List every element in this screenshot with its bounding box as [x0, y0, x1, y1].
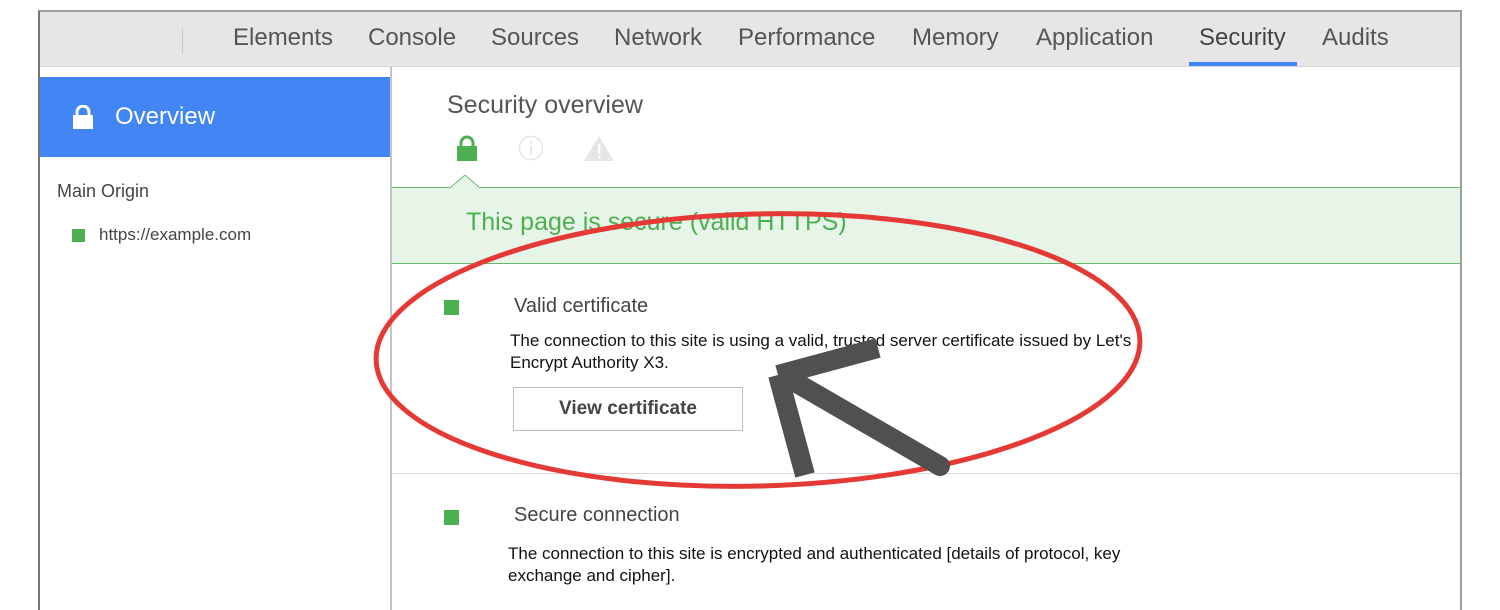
security-sidebar: Overview Main Origin https://example.com: [40, 67, 392, 610]
info-icon: [518, 135, 544, 166]
sidebar-item-overview[interactable]: Overview: [40, 77, 390, 157]
tab-elements[interactable]: Elements: [233, 24, 333, 52]
lock-icon: [456, 135, 478, 166]
tab-console[interactable]: Console: [368, 24, 456, 52]
section-title: Secure connection: [514, 504, 680, 526]
secure-status-icon: [444, 510, 459, 525]
tab-performance[interactable]: Performance: [738, 24, 875, 52]
tab-audits[interactable]: Audits: [1322, 24, 1389, 52]
tab-security[interactable]: Security: [1199, 24, 1286, 52]
page-title: Security overview: [447, 91, 643, 119]
security-summary-text: This page is secure (valid HTTPS): [466, 208, 847, 236]
active-tab-indicator: [1189, 62, 1297, 66]
view-certificate-button[interactable]: View certificate: [513, 387, 743, 431]
tab-sources[interactable]: Sources: [491, 24, 579, 52]
tab-network[interactable]: Network: [614, 24, 702, 52]
origin-label: https://example.com: [99, 225, 252, 244]
lock-icon: [72, 104, 94, 129]
section-divider: [392, 473, 1460, 474]
devtools-window: Elements Console Sources Network Perform…: [38, 10, 1462, 610]
banner-pointer: [450, 175, 480, 189]
section-description: The connection to this site is encrypted…: [508, 544, 1121, 585]
tab-memory[interactable]: Memory: [912, 24, 999, 52]
main-origin-heading: Main Origin: [57, 181, 150, 201]
tabbar-separator: [182, 28, 183, 54]
security-main-panel: Security overview This page is secure (v…: [392, 67, 1460, 610]
sidebar-item-label: Overview: [115, 103, 216, 130]
section-description: The connection to this site is using a v…: [510, 331, 1132, 372]
panel-tabbar: Elements Console Sources Network Perform…: [40, 12, 1460, 67]
secure-status-icon: [72, 228, 85, 242]
sidebar-item-origin[interactable]: https://example.com: [72, 225, 251, 245]
section-title: Valid certificate: [514, 295, 649, 317]
warning-icon: [583, 135, 615, 166]
security-summary-banner: This page is secure (valid HTTPS): [392, 187, 1460, 264]
tab-application[interactable]: Application: [1036, 24, 1153, 52]
secure-status-icon: [444, 300, 459, 315]
